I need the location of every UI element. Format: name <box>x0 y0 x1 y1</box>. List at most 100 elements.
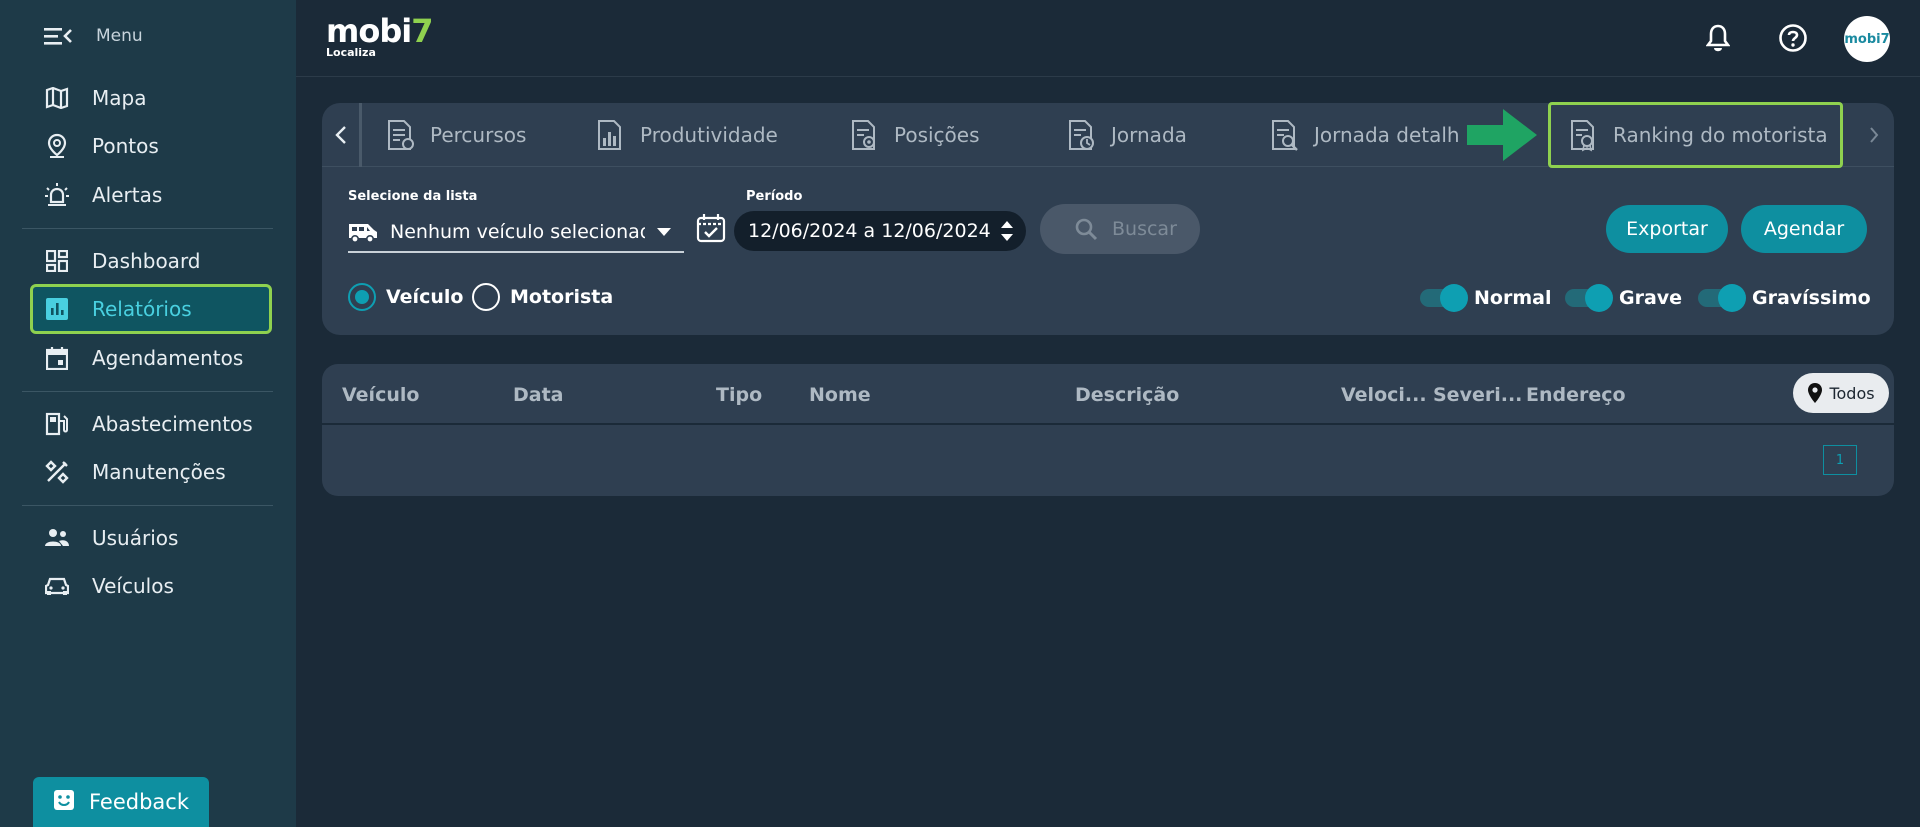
spinner-arrows-icon[interactable] <box>1000 219 1014 243</box>
column-header-nome[interactable]: Nome <box>809 384 871 406</box>
sidebar: Menu Mapa Pontos Alertas Dashboard Relat… <box>0 0 296 827</box>
avatar[interactable]: mobi7 <box>1844 16 1890 62</box>
tabs-scroll-left[interactable] <box>322 103 362 167</box>
tabs-scroll-right[interactable] <box>1854 117 1894 153</box>
radio-veiculo[interactable]: Veículo <box>348 283 463 311</box>
toggle-label: Normal <box>1474 287 1552 309</box>
table-header: Veículo Data Tipo Nome Descrição Veloci.… <box>322 364 1894 425</box>
sidebar-item-usuarios[interactable]: Usuários <box>30 513 272 563</box>
tab-jornada-detalhada[interactable]: Jornada detalh <box>1270 103 1472 167</box>
chevron-left-icon <box>334 126 346 144</box>
productivity-report-icon <box>598 120 621 150</box>
tab-jornada[interactable]: Jornada <box>1067 103 1187 167</box>
sidebar-item-label: Manutenções <box>92 460 226 484</box>
todos-label: Todos <box>1829 383 1875 403</box>
toggle-switch <box>1420 284 1468 312</box>
tab-label: Jornada detalh <box>1314 123 1460 147</box>
tab-label: Jornada <box>1111 123 1187 147</box>
menu-collapse-icon <box>44 28 72 45</box>
journey-report-icon <box>1069 120 1094 150</box>
journey-detail-report-icon <box>1272 120 1298 151</box>
sidebar-item-label: Agendamentos <box>92 346 244 370</box>
top-header: mobi7 Localiza mobi7 <box>296 0 1920 77</box>
toggle-label: Grave <box>1619 287 1683 309</box>
sidebar-item-alertas[interactable]: Alertas <box>30 170 272 220</box>
results-table: Veículo Data Tipo Nome Descrição Veloci.… <box>322 364 1894 496</box>
sidebar-item-dashboard[interactable]: Dashboard <box>30 236 272 286</box>
column-header-velocidade[interactable]: Veloci... <box>1341 384 1427 406</box>
tab-label: Posições <box>894 123 980 147</box>
toggle-label: Gravíssimo <box>1752 287 1871 309</box>
arrow-right-icon <box>1467 109 1537 161</box>
sidebar-item-abastecimentos[interactable]: Abastecimentos <box>30 399 272 449</box>
radio-label: Veículo <box>386 286 464 308</box>
notifications-button[interactable] <box>1700 20 1736 56</box>
vehicle-select-label: Selecione da lista <box>348 189 478 204</box>
todos-filter-button[interactable]: Todos <box>1793 373 1889 413</box>
map-pin-icon <box>1808 383 1823 403</box>
caret-down-icon <box>657 228 671 236</box>
location-pin-icon <box>44 133 70 159</box>
users-icon <box>44 525 70 551</box>
sidebar-item-mapa[interactable]: Mapa <box>30 73 272 123</box>
column-header-endereco[interactable]: Endereço <box>1526 384 1626 406</box>
sidebar-item-manutencoes[interactable]: Manutenções <box>30 447 272 497</box>
radio-motorista[interactable]: Motorista <box>472 283 613 311</box>
toggle-grave[interactable]: Grave <box>1565 284 1683 312</box>
column-header-tipo[interactable]: Tipo <box>716 384 762 406</box>
toggle-gravissimo[interactable]: Gravíssimo <box>1698 284 1871 312</box>
feedback-icon <box>53 789 75 816</box>
sidebar-item-label: Relatórios <box>92 297 192 321</box>
sidebar-item-label: Usuários <box>92 526 179 550</box>
feedback-button[interactable]: Feedback <box>33 777 209 827</box>
logo[interactable]: mobi7 Localiza <box>326 12 433 59</box>
schedule-button[interactable]: Agendar <box>1741 205 1867 253</box>
help-button[interactable] <box>1775 20 1811 56</box>
period-value: 12/06/2024 a 12/06/2024 <box>748 220 991 242</box>
sidebar-item-veiculos[interactable]: Veículos <box>30 561 272 611</box>
bell-icon <box>1706 24 1730 52</box>
feedback-label: Feedback <box>88 790 189 814</box>
chevron-right-icon <box>1870 127 1879 143</box>
radio-dot <box>472 283 500 311</box>
calendar-check-icon[interactable] <box>696 213 726 243</box>
sidebar-item-agendamentos[interactable]: Agendamentos <box>30 333 272 383</box>
tab-posicoes[interactable]: Posições <box>850 103 980 167</box>
tab-label: Ranking do motorista <box>1613 123 1828 147</box>
toggle-normal[interactable]: Normal <box>1420 284 1552 312</box>
radio-dot <box>348 283 376 311</box>
search-icon <box>1075 218 1098 241</box>
toggle-switch <box>1565 284 1613 312</box>
logo-number: 7 <box>411 12 433 50</box>
column-header-severidade[interactable]: Severi... <box>1433 384 1522 406</box>
siren-icon <box>44 182 70 208</box>
export-button[interactable]: Exportar <box>1606 205 1728 253</box>
tab-ranking-do-motorista[interactable]: Ranking do motorista <box>1548 102 1843 168</box>
fuel-icon <box>44 411 70 437</box>
search-button[interactable]: Buscar <box>1040 204 1200 254</box>
vehicle-select[interactable]: Nenhum veículo selecionad <box>348 213 684 253</box>
column-header-descricao[interactable]: Descrição <box>1075 384 1179 406</box>
tab-label: Percursos <box>430 123 527 147</box>
bar-chart-icon <box>44 296 70 322</box>
sidebar-item-pontos[interactable]: Pontos <box>30 121 272 171</box>
sidebar-item-label: Pontos <box>92 134 159 158</box>
sidebar-item-label: Mapa <box>92 86 147 110</box>
column-header-veiculo[interactable]: Veículo <box>342 384 419 406</box>
pagination-page[interactable]: 1 <box>1823 445 1857 475</box>
tab-produtividade[interactable]: Produtividade <box>596 103 778 167</box>
sidebar-item-relatorios[interactable]: Relatórios <box>30 284 272 334</box>
sidebar-divider <box>22 228 273 229</box>
tab-percursos[interactable]: Percursos <box>386 103 526 167</box>
period-input[interactable]: 12/06/2024 a 12/06/2024 <box>734 211 1026 251</box>
menu-toggle[interactable]: Menu <box>44 26 143 46</box>
sidebar-item-label: Abastecimentos <box>92 412 253 436</box>
sidebar-item-label: Dashboard <box>92 249 201 273</box>
sidebar-item-label: Veículos <box>92 574 174 598</box>
van-icon <box>349 224 377 243</box>
calendar-icon <box>44 345 70 371</box>
driver-ranking-report-icon <box>1571 120 1594 152</box>
radio-label: Motorista <box>510 286 614 308</box>
report-filter-panel: Percursos Produtividade Posições Jornada… <box>322 102 1894 335</box>
column-header-data[interactable]: Data <box>513 384 564 406</box>
